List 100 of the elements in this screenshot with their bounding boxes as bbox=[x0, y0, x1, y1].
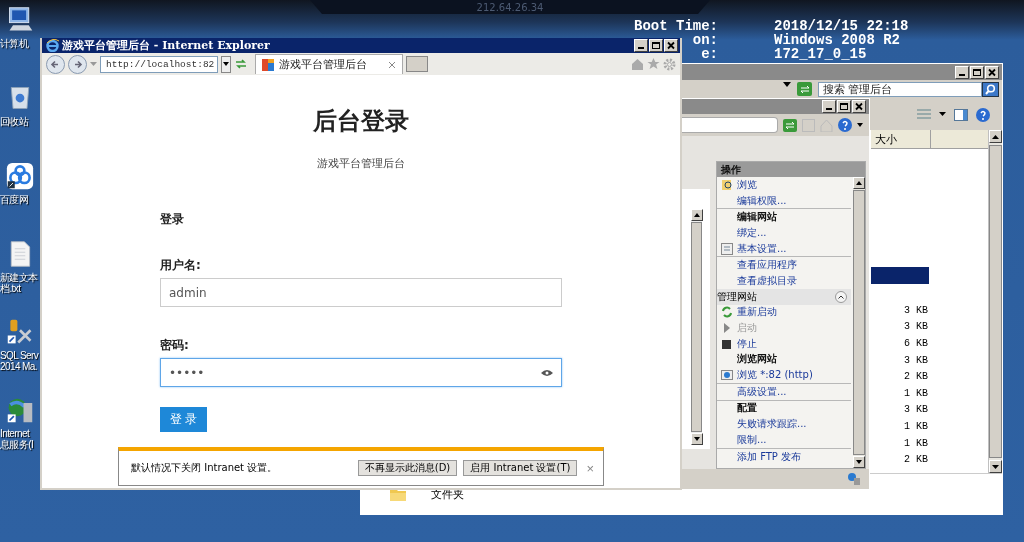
action-link[interactable]: 浏览 bbox=[737, 177, 757, 192]
remote-address: 212.64.26.34 bbox=[476, 1, 544, 13]
server-globe-icon[interactable] bbox=[6, 396, 34, 424]
scroll-down-button[interactable] bbox=[989, 460, 1002, 473]
file-size: 3 KB bbox=[903, 404, 928, 416]
action-link[interactable]: 限制... bbox=[737, 432, 767, 447]
scroll-down-button[interactable] bbox=[853, 456, 865, 468]
file-size: 3 KB bbox=[903, 321, 928, 333]
collapse-icon[interactable] bbox=[835, 290, 847, 303]
maximize-button[interactable] bbox=[970, 65, 984, 79]
globe-page-icon bbox=[721, 369, 733, 382]
info-value: 172_17_0_15 bbox=[774, 47, 868, 61]
action-link[interactable]: 绑定... bbox=[737, 225, 767, 240]
maximize-button[interactable] bbox=[837, 100, 851, 113]
scroll-up-button[interactable] bbox=[989, 130, 1002, 143]
field-label: 密码: bbox=[160, 337, 190, 353]
icon-label: 计算机 bbox=[0, 38, 29, 49]
action-link[interactable]: 添加 FTP 发布 bbox=[737, 449, 802, 464]
forward-button[interactable] bbox=[68, 54, 87, 74]
scroll-up-button[interactable] bbox=[690, 209, 703, 221]
panel-title: 操作 bbox=[717, 162, 865, 177]
site-icon bbox=[262, 58, 274, 71]
file-size: 2 KB bbox=[903, 371, 928, 383]
password-field[interactable]: ••••• bbox=[160, 358, 562, 387]
close-button[interactable]: × bbox=[583, 460, 597, 476]
star-icon[interactable] bbox=[647, 58, 660, 70]
restart-icon bbox=[721, 306, 733, 319]
file-size: 2 KB bbox=[903, 454, 928, 466]
browser-tab[interactable]: 游戏平台管理后台 bbox=[255, 54, 403, 74]
icon-label: Internet 息服务(I bbox=[0, 428, 34, 450]
back-button[interactable] bbox=[46, 54, 65, 74]
maximize-button[interactable] bbox=[649, 39, 663, 52]
minimize-icon bbox=[959, 73, 965, 76]
address-field[interactable] bbox=[682, 117, 778, 133]
icon-label: 百度网 bbox=[0, 194, 29, 205]
file-size: 3 KB bbox=[903, 304, 928, 316]
maximize-icon bbox=[651, 41, 661, 50]
action-link[interactable]: 重新启动 bbox=[737, 305, 777, 320]
form-title: 登录 bbox=[160, 211, 185, 227]
minimize-button[interactable] bbox=[634, 39, 648, 52]
minimize-icon bbox=[638, 47, 644, 49]
scroll-down-button[interactable] bbox=[690, 433, 703, 445]
close-button[interactable] bbox=[664, 39, 678, 52]
help-icon[interactable] bbox=[976, 107, 990, 122]
scrollbar-thumb[interactable] bbox=[853, 190, 865, 455]
eye-icon[interactable] bbox=[541, 368, 553, 377]
search-button[interactable] bbox=[982, 82, 999, 97]
cloud-app-icon[interactable] bbox=[6, 162, 34, 190]
action-link[interactable]: 查看虚拟目录 bbox=[737, 273, 797, 288]
scroll-up-button[interactable] bbox=[853, 177, 865, 189]
action-link[interactable]: 基本设置... bbox=[737, 241, 787, 256]
info-label: Boot Time: bbox=[634, 19, 718, 33]
caret-icon bbox=[223, 62, 229, 66]
login-button[interactable]: 登 录 bbox=[160, 407, 207, 432]
action-link[interactable]: 查看应用程序 bbox=[737, 258, 797, 273]
preview-pane-icon[interactable] bbox=[954, 108, 968, 121]
close-icon[interactable] bbox=[388, 60, 396, 69]
close-icon bbox=[666, 41, 676, 50]
icon-label: 回收站 bbox=[0, 116, 29, 127]
action-link[interactable]: 编辑权限... bbox=[737, 193, 787, 208]
close-icon bbox=[854, 102, 864, 111]
caret-icon[interactable] bbox=[857, 123, 863, 127]
close-button[interactable] bbox=[985, 65, 999, 79]
scrollbar-thumb[interactable] bbox=[989, 145, 1002, 458]
help-icon[interactable] bbox=[838, 118, 852, 132]
action-link[interactable]: 高级设置... bbox=[737, 384, 787, 399]
browser-logo-icon bbox=[46, 39, 59, 52]
maximize-icon bbox=[839, 102, 849, 111]
computer-icon[interactable] bbox=[6, 6, 34, 34]
icon-label: SQL Serv 2014 Ma. bbox=[0, 350, 39, 372]
arrow-up-icon bbox=[856, 181, 862, 185]
info-bar-button[interactable]: 启用 Intranet 设置(T) bbox=[463, 460, 578, 476]
minimize-button[interactable] bbox=[955, 65, 969, 79]
action-link[interactable]: 停止 bbox=[737, 336, 757, 351]
database-tools-icon[interactable] bbox=[6, 318, 34, 346]
address-bar[interactable]: http://localhost:82 bbox=[100, 55, 218, 73]
username-field[interactable]: admin bbox=[160, 278, 562, 307]
group-heading: 编辑网站 bbox=[737, 210, 777, 225]
dropdown-button[interactable] bbox=[221, 55, 231, 73]
action-link[interactable]: 失败请求跟踪... bbox=[737, 417, 807, 432]
browse-icon bbox=[721, 178, 733, 191]
close-icon bbox=[987, 67, 997, 77]
section-header[interactable]: 管理网站 bbox=[717, 288, 851, 305]
action-link[interactable]: 浏览 *:82 (http) bbox=[737, 368, 813, 383]
maximize-icon bbox=[972, 67, 982, 77]
file-size: 6 KB bbox=[903, 338, 928, 349]
minimize-icon bbox=[826, 108, 832, 110]
info-message: 默认情况下关闭 Intranet 设置。 bbox=[131, 461, 279, 475]
scrollbar-thumb[interactable] bbox=[690, 222, 702, 432]
column-header[interactable]: 大小 bbox=[871, 130, 931, 149]
search-field[interactable]: 搜索 管理后台 bbox=[818, 82, 982, 97]
close-button[interactable] bbox=[852, 100, 866, 113]
window-title: 游戏平台管理后台 - Internet Explorer bbox=[62, 38, 271, 53]
minimize-button[interactable] bbox=[822, 100, 836, 113]
info-value: 2018/12/15 22:18 bbox=[774, 19, 909, 33]
caret-icon[interactable] bbox=[939, 112, 946, 117]
item-type: 文件夹 bbox=[431, 486, 464, 502]
page-heading: 后台登录 bbox=[313, 106, 409, 137]
info-bar-button[interactable]: 不再显示此消息(D) bbox=[357, 460, 458, 476]
file-size: 1 KB bbox=[903, 420, 928, 432]
